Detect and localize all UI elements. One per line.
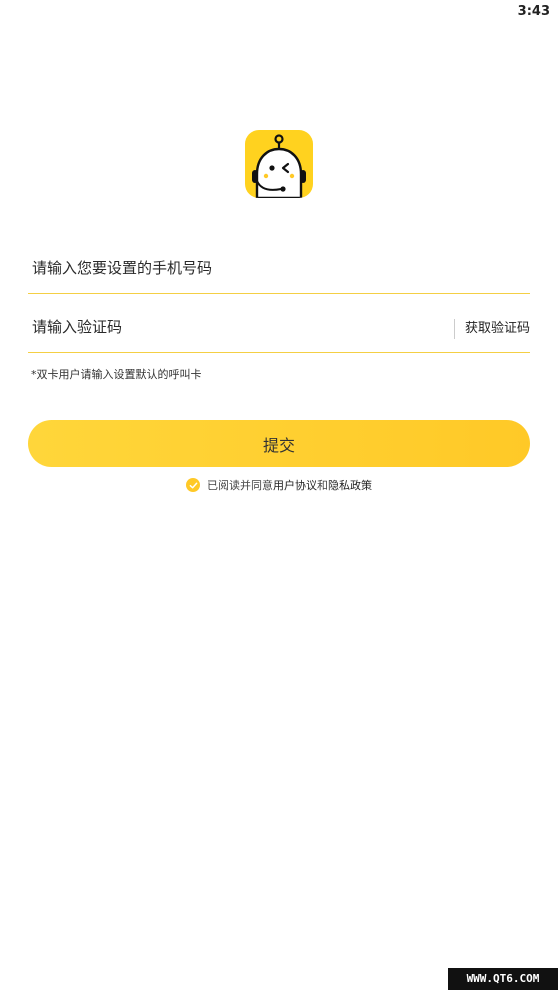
robot-mascot-icon <box>252 134 306 198</box>
check-icon <box>189 482 197 488</box>
agree-checkbox[interactable] <box>186 478 200 492</box>
user-agreement-link[interactable]: 用户协议 <box>273 477 317 493</box>
agreement-row: 已阅读并同意 用户协议 和 隐私政策 <box>0 476 558 494</box>
privacy-policy-link[interactable]: 隐私政策 <box>328 477 372 493</box>
agreement-prefix: 已阅读并同意 <box>207 479 273 492</box>
phone-field <box>28 242 530 294</box>
get-code-button[interactable]: 获取验证码 <box>465 301 530 353</box>
agreement-conjunction: 和 <box>317 479 328 492</box>
phone-input[interactable] <box>28 242 530 294</box>
app-logo <box>245 130 313 198</box>
code-divider <box>454 319 455 339</box>
verification-code-input[interactable] <box>28 301 428 353</box>
submit-button[interactable]: 提交 <box>28 420 530 467</box>
verification-code-field: 获取验证码 <box>28 301 530 353</box>
status-bar-time: 3:43 <box>517 4 550 19</box>
site-watermark: WWW.QT6.COM <box>448 968 558 990</box>
dual-sim-hint: *双卡用户请输入设置默认的呼叫卡 <box>31 368 202 381</box>
